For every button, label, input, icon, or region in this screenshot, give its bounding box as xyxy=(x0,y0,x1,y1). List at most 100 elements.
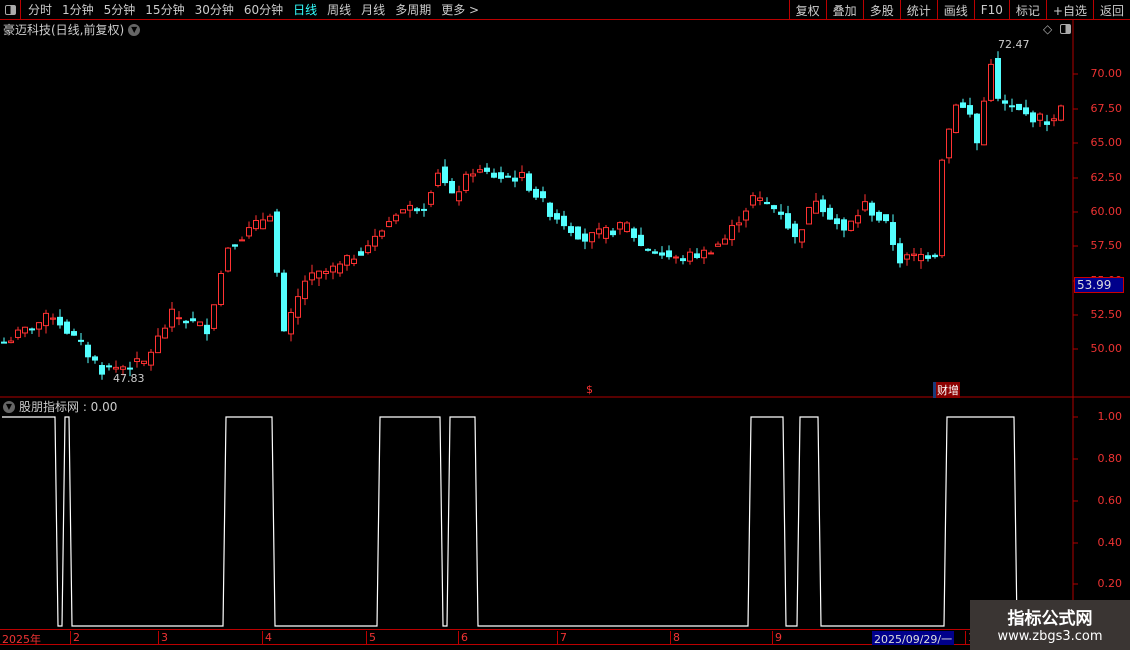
cursor-date-label: 2025/09/29/一 xyxy=(872,631,955,646)
candle-body xyxy=(953,104,959,134)
candle-body xyxy=(694,253,700,258)
candle-body xyxy=(708,252,714,255)
candle-body xyxy=(1037,113,1043,121)
candle-body xyxy=(435,172,441,187)
candle-body xyxy=(1016,103,1022,111)
watermark: 指标公式网 www.zbgs3.com xyxy=(970,600,1130,650)
candle-body xyxy=(1044,121,1050,125)
candle-body xyxy=(624,222,630,233)
candle-body xyxy=(687,251,693,262)
chevron-down-icon[interactable]: ▼ xyxy=(3,400,15,413)
candle-body xyxy=(400,209,406,214)
candle-body xyxy=(414,208,420,212)
candle-body xyxy=(498,172,504,179)
dividend-marker[interactable]: $ xyxy=(586,383,593,396)
indicator-tick: 0.20 xyxy=(1097,577,1123,590)
candle-body xyxy=(547,202,553,217)
candle-body xyxy=(869,202,875,216)
candle-body xyxy=(442,166,448,184)
candle-body xyxy=(218,273,224,305)
low-price-label: 47.83 xyxy=(113,372,145,385)
candle-body xyxy=(491,172,497,178)
candle-body xyxy=(862,201,868,211)
candle-body xyxy=(477,169,483,173)
candle-body xyxy=(113,366,119,370)
candle-body xyxy=(295,296,301,318)
candle-body xyxy=(820,199,826,213)
candle-body xyxy=(925,255,931,259)
candle-body xyxy=(36,322,42,330)
high-price-label: 72.47 xyxy=(998,38,1030,51)
candle-body xyxy=(736,222,742,226)
candle-body xyxy=(57,316,63,326)
candle-body xyxy=(911,253,917,256)
time-axis: 2025年 2025/09/29/一 234567891 xyxy=(0,629,1130,646)
candle-body xyxy=(393,214,399,222)
price-tick: 60.00 xyxy=(1090,205,1123,218)
candle-body xyxy=(806,206,812,225)
candle-body xyxy=(834,218,840,225)
candle-body xyxy=(64,321,70,334)
candle-body xyxy=(764,201,770,205)
price-tick: 50.00 xyxy=(1090,342,1123,355)
kline-chart[interactable] xyxy=(0,0,1130,650)
candle-body xyxy=(78,339,84,342)
time-label-year: 2025年 xyxy=(2,633,41,646)
candle-body xyxy=(302,280,308,300)
candle-body xyxy=(890,222,896,245)
candle-body xyxy=(372,235,378,247)
candle-body xyxy=(897,243,903,264)
candle-body xyxy=(512,177,518,182)
candle-body xyxy=(365,245,371,254)
candle-body xyxy=(659,252,665,256)
candle-body xyxy=(281,272,287,332)
candle-body xyxy=(666,250,672,258)
candle-body xyxy=(799,229,805,243)
price-tick: 70.00 xyxy=(1090,67,1123,80)
candle-body xyxy=(792,223,798,238)
candle-body xyxy=(449,181,455,194)
candle-body xyxy=(1030,112,1036,123)
candle-body xyxy=(771,205,777,210)
price-tick: 62.50 xyxy=(1090,171,1123,184)
candle-body xyxy=(883,214,889,222)
candle-body xyxy=(85,344,91,358)
time-label-month: 8 xyxy=(670,631,680,645)
candle-body xyxy=(757,197,763,201)
candle-body xyxy=(267,215,273,222)
candle-body xyxy=(274,211,280,273)
candle-body xyxy=(645,248,651,251)
candle-body xyxy=(148,351,154,366)
candle-body xyxy=(673,256,679,259)
candle-body xyxy=(71,331,77,336)
candle-body xyxy=(344,255,350,266)
indicator-name: 股朋指标网 : 0.00 xyxy=(19,400,118,414)
candle-body xyxy=(652,251,658,254)
candle-body xyxy=(92,356,98,361)
indicator-title: ▼ 股朋指标网 : 0.00 xyxy=(3,398,117,415)
candle-body xyxy=(561,215,567,227)
candle-body xyxy=(8,340,14,344)
candle-body xyxy=(239,239,245,242)
candle-body xyxy=(484,167,490,172)
candle-body xyxy=(855,215,861,224)
candle-body xyxy=(631,228,637,238)
time-label-month: 9 xyxy=(772,631,782,645)
price-tick: 67.50 xyxy=(1090,102,1123,115)
candle-body xyxy=(827,207,833,220)
candle-body xyxy=(316,270,322,279)
candle-body xyxy=(162,327,168,339)
candle-body xyxy=(169,308,175,328)
candle-body xyxy=(610,230,616,236)
candle-body xyxy=(246,227,252,237)
candle-body xyxy=(470,173,476,177)
indicator-tick: 0.40 xyxy=(1097,536,1123,549)
candle-body xyxy=(750,195,756,206)
candle-body xyxy=(253,220,259,230)
candle-body xyxy=(232,244,238,247)
candle-body xyxy=(680,258,686,262)
time-label-month: 7 xyxy=(557,631,567,645)
candle-body xyxy=(715,243,721,247)
candle-body xyxy=(190,318,196,322)
event-marker[interactable]: 财增 xyxy=(933,382,960,398)
